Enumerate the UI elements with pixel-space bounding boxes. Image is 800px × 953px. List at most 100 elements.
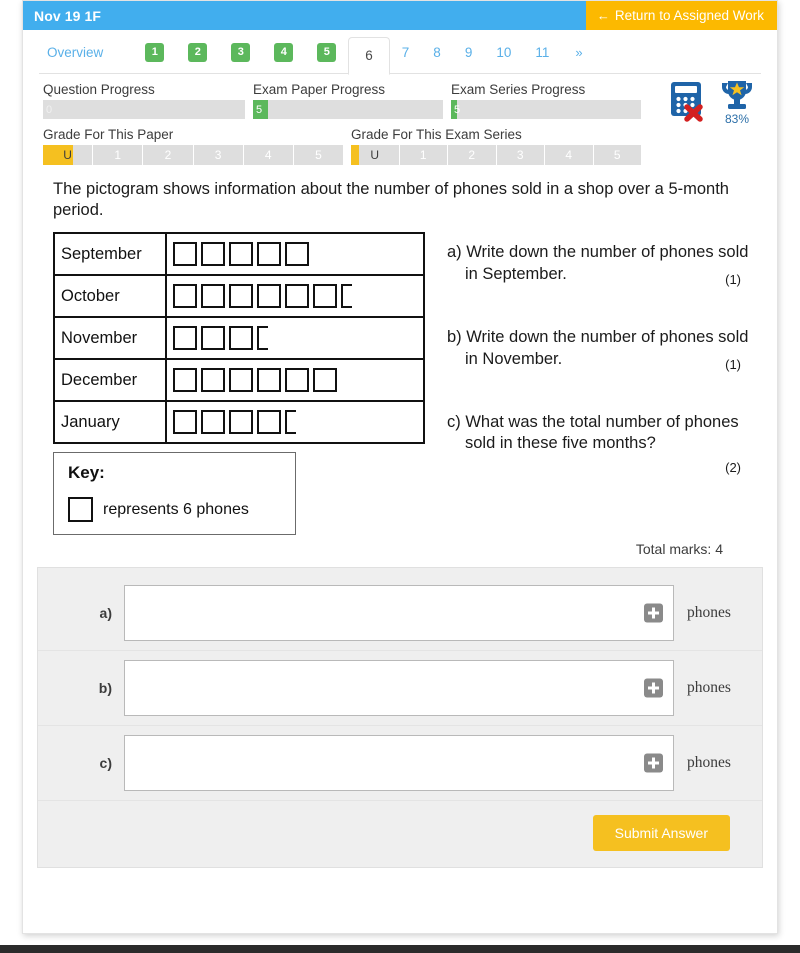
tab-question-11[interactable]: 11 [523,30,561,74]
plus-icon[interactable] [644,753,663,773]
exam-paper-progress-value: 5 [253,100,269,119]
pictogram-symbols-october [166,275,424,317]
grade-series-label: Grade For This Exam Series [351,127,522,142]
pictogram-symbol-full [173,326,197,351]
tab-question-3[interactable]: 3 [219,30,262,74]
pictogram-symbol-full [285,368,309,393]
tab-question-7[interactable]: 7 [390,30,422,74]
tab-overview-label: Overview [47,44,104,60]
pictogram-symbol-full [229,284,253,309]
question-part-c-marks: (2) [725,459,741,475]
question-part-a-marks: (1) [725,272,741,288]
achievement-percent: 83% [724,112,750,126]
exam-paper-progress-bar: 5 [253,100,443,119]
pictogram-symbols-january [166,401,424,443]
progress-section: Question Progress 0 Exam Paper Progress … [23,74,777,165]
grade-paper-seg-1: 1 [93,145,144,165]
answer-input-b[interactable] [124,660,674,717]
grade-paper-seg-2: 2 [143,145,194,165]
tab-next-page-button[interactable]: » [561,30,596,74]
bottom-band [0,945,800,953]
tab-question-7-label: 7 [401,44,410,60]
answer-label-a: a) [99,605,112,622]
pictogram-symbol-full [257,410,281,435]
return-to-assigned-work-button[interactable]: ← Return to Assigned Work [585,1,777,30]
tab-overview[interactable]: Overview [39,30,133,74]
tab-question-2[interactable]: 2 [176,30,219,74]
pictogram-symbols-september [166,233,424,275]
tab-question-9-label: 9 [464,44,473,60]
page-root: Nov 19 1F ← Return to Assigned Work Over… [0,0,800,953]
answer-label-c: c) [99,755,112,772]
exam-series-progress-value: 5 [451,100,460,119]
calculator-not-allowed-icon [671,82,703,122]
answer-row-b: b) phones [38,651,762,727]
question-progress-value: 0 [46,103,53,116]
achievement-badge: 83% [717,78,757,126]
grade-series-seg-u: U [351,145,400,165]
grade-paper-label: Grade For This Paper [43,127,174,142]
submit-answer-button[interactable]: Submit Answer [592,815,730,852]
pictogram-month-label: December [54,359,167,402]
grade-for-this-exam-series: Grade For This Exam Series U 1 2 3 4 5 [351,119,641,165]
pictogram-symbol-half [257,326,268,351]
question-part-c: c) What was the total number of phones s… [447,412,755,475]
question-main: September October November December Janu… [53,232,755,536]
pictogram-symbol-half [285,410,296,435]
tab-question-1[interactable]: 1 [133,30,176,74]
question-part-b: b) Write down the number of phones sold … [447,327,755,372]
pictogram-symbols-november [166,317,424,359]
tab-question-8[interactable]: 8 [421,30,453,74]
tab-question-4-label: 4 [274,42,294,62]
tab-question-10[interactable]: 10 [484,30,523,74]
grade-bars-row: Grade For This Paper U 1 2 3 4 5 Grade F… [43,119,761,165]
exam-series-progress: Exam Series Progress 5 [451,82,641,119]
answer-input-a[interactable] [124,585,674,642]
grade-for-this-paper: Grade For This Paper U 1 2 3 4 5 [43,119,343,165]
grade-series-seg-3: 3 [497,145,545,165]
title-bar: Nov 19 1F ← Return to Assigned Work [23,1,777,30]
pictogram-symbol-full [257,242,281,267]
tab-question-6-label: 6 [365,48,373,63]
tab-question-4[interactable]: 4 [262,30,305,74]
question-parts: a) Write down the number of phones sold … [425,232,755,535]
tab-question-8-label: 8 [433,44,441,60]
question-body: The pictogram shows information about th… [23,165,777,557]
key-symbol-full [68,497,93,523]
grade-paper-seg-3: 3 [194,145,244,165]
question-part-a: a) Write down the number of phones sold … [447,242,755,288]
grade-series-bar: U 1 2 3 4 5 [351,145,641,165]
pictogram-symbol-full [229,410,253,435]
plus-icon[interactable] [644,678,663,698]
answer-input-c[interactable] [124,735,674,792]
pictogram-symbol-full [285,284,309,309]
key-title: Key: [68,463,105,483]
key-row: represents 6 phones [68,497,283,523]
tab-question-9[interactable]: 9 [453,30,485,74]
exam-series-progress-bar: 5 [451,100,641,119]
pictogram-symbol-full [229,326,253,351]
back-arrow-icon: ← [596,8,610,23]
answer-panel: a) phones b) phones c) phones Submit Ans… [37,567,763,869]
tab-question-3-label: 3 [231,42,251,62]
answer-row-a: a) phones [38,576,762,652]
question-progress-label: Question Progress [43,82,155,97]
calculator-badge [667,78,713,124]
submit-row: Submit Answer [38,801,762,867]
answer-unit-a: phones [687,604,731,622]
question-progress-bar: 0 [43,100,245,119]
pictogram-symbol-full [313,368,337,393]
question-intro-text: The pictogram shows information about th… [53,180,729,219]
key-text: represents 6 phones [103,500,249,518]
tab-question-5[interactable]: 5 [305,30,348,74]
pictogram-month-label: September [54,233,167,276]
pictogram-row: September [54,233,424,276]
pictogram-container: September October November December Janu… [53,232,425,536]
answer-row-c: c) phones [38,726,762,802]
pictogram-symbol-full [229,242,253,267]
tab-question-10-label: 10 [496,44,512,60]
plus-icon[interactable] [644,603,663,623]
tab-question-6[interactable]: 6 [348,36,390,75]
exam-card: Nov 19 1F ← Return to Assigned Work Over… [22,0,778,934]
grade-series-seg-2: 2 [448,145,497,165]
